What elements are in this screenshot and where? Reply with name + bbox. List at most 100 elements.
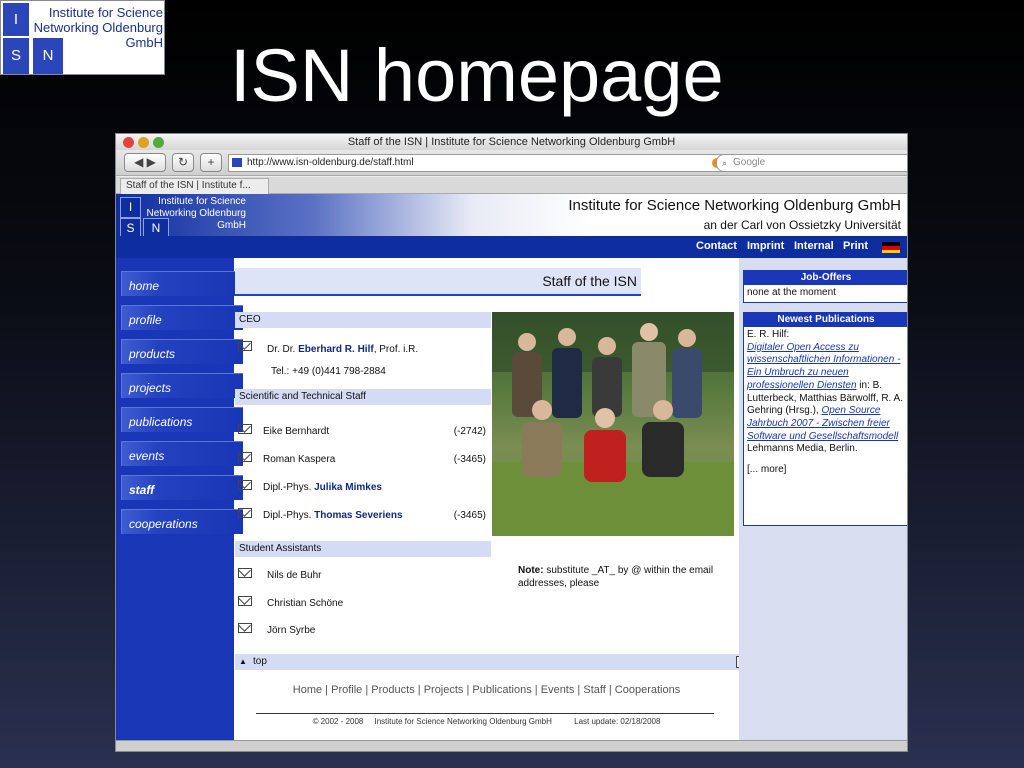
pub-author: E. R. Hilf: (747, 329, 790, 340)
search-input[interactable]: ⌕ Google (716, 154, 907, 172)
arrow-up-icon[interactable]: ▲ (239, 654, 247, 670)
bottom-nav-publications[interactable]: Publications (472, 684, 531, 696)
student-name: Christian Schöne (267, 598, 344, 609)
mail-icon[interactable] (238, 508, 252, 518)
reload-icon: ↻ (177, 155, 189, 169)
german-flag-icon[interactable] (882, 242, 900, 253)
nav-print[interactable]: Print (843, 240, 868, 252)
nav-imprint[interactable]: Imprint (747, 240, 784, 252)
site-logo-cell-s: S (120, 218, 141, 238)
sidebar-item-projects[interactable]: projects (121, 373, 243, 398)
top-link-bar: ▲ top (235, 654, 756, 670)
pub-more-link[interactable]: [... more] (747, 464, 905, 477)
staff-name-text: Roman Kaspera (263, 454, 336, 465)
mail-icon[interactable] (238, 623, 252, 633)
logo-cell-s: S (3, 38, 29, 74)
staff-group-photo (492, 312, 734, 536)
web-page: I S N Institute for Science Networking O… (116, 194, 907, 740)
staff-prefix: Dipl.-Phys. (263, 510, 315, 521)
mail-icon[interactable] (238, 424, 252, 434)
window-title: Staff of the ISN | Institute for Science… (347, 136, 676, 148)
staff-list: Eike Bernhardt (-2742) Roman Kaspera (-3… (234, 424, 486, 524)
bottom-nav: Home | Profile | Products | Projects | P… (292, 684, 681, 696)
window-titlebar: Staff of the ISN | Institute for Science… (116, 134, 907, 150)
bottom-nav-home[interactable]: Home (293, 684, 322, 696)
site-logo-text: Institute for Science Networking Oldenbu… (146, 196, 247, 231)
staff-ext: (-3465) (453, 510, 486, 521)
slide-logo: I S N Institute for Science Networking O… (0, 0, 165, 75)
browser-statusbar (116, 740, 907, 751)
close-window-button[interactable] (123, 137, 134, 148)
bottom-nav-cooperations[interactable]: Cooperations (615, 684, 680, 696)
staff-name-bold[interactable]: Julika Mimkes (314, 482, 382, 493)
browser-toolbar: ◀ ▶ ↻ + http://www.isn-oldenburg.de/staf… (116, 150, 907, 176)
bottom-nav-products[interactable]: Products (371, 684, 414, 696)
ceo-tel: Tel.: +49 (0)441 798-2884 (271, 366, 386, 377)
forward-icon[interactable]: ▶ (147, 155, 156, 169)
ceo-prefix: Dr. Dr. (267, 344, 299, 355)
pub-publisher: Lehmanns Media, Berlin. (747, 443, 858, 455)
ceo-name: Dr. Dr. Eberhard R. Hilf, Prof. i.R. (267, 344, 418, 356)
site-header: I S N Institute for Science Networking O… (116, 194, 907, 238)
staff-ext: (-3465) (453, 454, 486, 465)
nav-contact[interactable]: Contact (696, 240, 737, 252)
main-content: Staff of the ISN CEO Dr. Dr. Eberhard R.… (234, 258, 756, 740)
reload-button[interactable]: ↻ (172, 153, 194, 172)
staff-name: Dipl.-Phys. Julika Mimkes (263, 482, 382, 494)
staff-photo-illustration (492, 312, 734, 536)
nav-internal[interactable]: Internal (794, 240, 834, 252)
sidebar-item-staff[interactable]: staff (121, 475, 243, 500)
page-heading: Staff of the ISN (235, 268, 641, 296)
section-scientific-staff: Scientific and Technical Staff (235, 389, 491, 405)
bottom-nav-staff[interactable]: Staff (583, 684, 605, 696)
top-link[interactable]: top (253, 656, 267, 667)
staff-name-bold[interactable]: Thomas Severiens (314, 510, 402, 521)
sidebar-item-publications[interactable]: publications (121, 407, 243, 432)
student-name: Jörn Syrbe (267, 625, 316, 636)
browser-window: Staff of the ISN | Institute for Science… (115, 133, 908, 752)
ceo-name-bold[interactable]: Eberhard R. Hilf (298, 344, 374, 355)
url-input[interactable]: http://www.isn-oldenburg.de/staff.html (228, 154, 726, 172)
bottom-nav-projects[interactable]: Projects (424, 684, 464, 696)
sidebar-item-cooperations[interactable]: cooperations (121, 509, 243, 534)
site-header-subtitle: an der Carl von Ossietzky Universität (703, 218, 901, 232)
bottom-nav-profile[interactable]: Profile (331, 684, 362, 696)
sidebar-item-home[interactable]: home (121, 271, 243, 296)
job-offers-title: Job-Offers (744, 271, 907, 285)
section-ceo: CEO (235, 312, 491, 328)
sidebar-item-profile[interactable]: profile (121, 305, 243, 330)
logo-text: Institute for Science Networking Oldenbu… (33, 5, 163, 50)
site-header-title: Institute for Science Networking Oldenbu… (568, 197, 901, 214)
tab-staff[interactable]: Staff of the ISN | Institute f... (120, 178, 269, 195)
note-text: substitute _AT_ by @ within the email ad… (518, 565, 714, 589)
note-label: Note: (518, 565, 544, 576)
job-offers-box: Job-Offers none at the moment (743, 270, 907, 303)
tab-bar: Staff of the ISN | Institute f... (116, 177, 907, 195)
mail-icon[interactable] (238, 596, 252, 606)
staff-ext: (-2742) (453, 426, 486, 437)
url-text: http://www.isn-oldenburg.de/staff.html (247, 157, 414, 168)
site-favicon-icon (232, 158, 242, 167)
sidebar-item-events[interactable]: events (121, 441, 243, 466)
sidebar-item-products[interactable]: products (121, 339, 243, 364)
zoom-window-button[interactable] (153, 137, 164, 148)
mail-icon[interactable] (238, 480, 252, 490)
left-sidebar: home profile products projects publicati… (116, 258, 243, 740)
mail-icon[interactable] (238, 452, 252, 462)
mail-icon[interactable] (238, 568, 252, 578)
student-name: Nils de Buhr (267, 570, 322, 581)
publications-box: Newest Publications E. R. Hilf: Digitale… (743, 312, 907, 526)
add-bookmark-button[interactable]: + (200, 153, 222, 172)
back-icon[interactable]: ◀ (134, 155, 143, 169)
back-forward-button[interactable]: ◀ ▶ (124, 153, 166, 172)
publications-body: E. R. Hilf: Digitaler Open Access zu wis… (744, 327, 907, 479)
staff-name: Dipl.-Phys. Thomas Severiens (263, 510, 403, 522)
email-note: Note: substitute _AT_ by @ within the em… (518, 564, 738, 590)
minimize-window-button[interactable] (138, 137, 149, 148)
section-student-assistants: Student Assistants (235, 541, 491, 557)
mail-icon[interactable] (238, 341, 252, 351)
staff-name: Eike Bernhardt (263, 426, 329, 438)
staff-name: Roman Kaspera (263, 454, 335, 466)
publications-title: Newest Publications (744, 313, 907, 327)
bottom-nav-events[interactable]: Events (541, 684, 575, 696)
